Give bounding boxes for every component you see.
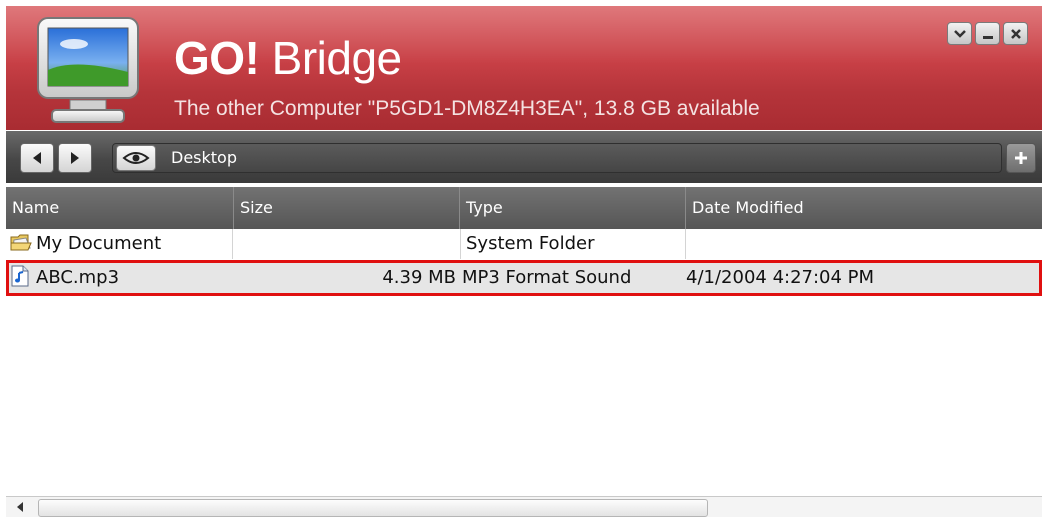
file-type-cell: System Folder — [460, 229, 686, 259]
forward-button[interactable] — [58, 143, 92, 173]
view-button[interactable] — [116, 145, 156, 171]
minimize-button[interactable] — [975, 22, 1000, 45]
file-date-cell — [686, 229, 1042, 259]
file-size-cell: 4.39 MB — [382, 267, 456, 288]
file-list-item[interactable]: My Document System Folder — [6, 229, 1042, 259]
add-button[interactable] — [1006, 143, 1036, 173]
navigation-toolbar: Desktop — [6, 131, 1042, 183]
file-name-cell: ABC.mp3 — [10, 263, 232, 293]
scrollbar-thumb[interactable] — [38, 499, 708, 517]
computer-monitor-icon — [37, 17, 139, 123]
minimize-icon — [982, 35, 993, 39]
address-bar[interactable]: Desktop — [112, 143, 1002, 173]
window-controls — [947, 22, 1028, 45]
column-header-size[interactable]: Size — [234, 187, 460, 229]
app-title-product: Bridge — [259, 32, 402, 84]
column-header-type[interactable]: Type — [460, 187, 686, 229]
scroll-left-icon[interactable] — [10, 498, 30, 516]
file-name: My Document — [36, 233, 162, 254]
menu-dropdown-button[interactable] — [947, 22, 972, 45]
back-button[interactable] — [20, 143, 54, 173]
app-title-brand: GO! — [174, 32, 260, 84]
arrow-left-icon — [33, 152, 41, 164]
file-name-cell: My Document — [10, 229, 233, 259]
folder-icon — [10, 234, 32, 251]
file-date-cell: 4/1/2004 4:27:04 PM — [686, 267, 875, 288]
chevron-down-icon — [953, 29, 966, 38]
close-button[interactable] — [1003, 22, 1028, 45]
file-size-cell — [234, 229, 461, 259]
horizontal-scrollbar[interactable] — [6, 496, 1042, 517]
audio-file-icon — [11, 265, 29, 287]
title-bar: GO! Bridge The other Computer "P5GD1-DM8… — [6, 6, 1042, 130]
column-header-row: Name Size Type Date Modified — [6, 187, 1042, 229]
column-header-name[interactable]: Name — [6, 187, 234, 229]
eye-icon — [122, 152, 150, 164]
file-list-item-selected[interactable]: ABC.mp3 4.39 MB MP3 Format Sound 4/1/200… — [6, 260, 1042, 296]
arrow-right-icon — [71, 152, 79, 164]
file-name: ABC.mp3 — [36, 267, 120, 288]
close-icon — [1010, 28, 1021, 39]
connection-status: The other Computer "P5GD1-DM8Z4H3EA", 13… — [174, 97, 760, 120]
app-title: GO! Bridge — [174, 30, 402, 86]
plus-icon — [1015, 152, 1027, 164]
file-type-cell: MP3 Format Sound — [462, 267, 632, 288]
current-path: Desktop — [171, 148, 237, 167]
column-header-date-modified[interactable]: Date Modified — [686, 187, 1042, 229]
